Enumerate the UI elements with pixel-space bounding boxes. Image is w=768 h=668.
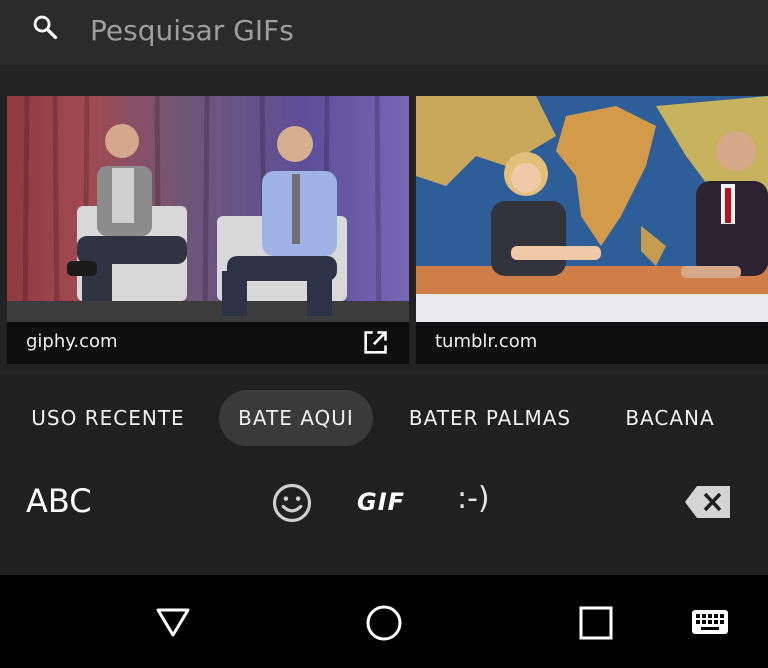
emoticon-key[interactable]: :-): [457, 481, 490, 516]
recents-square-icon[interactable]: [576, 603, 616, 643]
open-in-new-icon[interactable]: [361, 329, 389, 357]
keyboard-mode-row: ABC GIF :-): [0, 458, 768, 575]
gif-results: giphy.com tumblr.com: [0, 65, 768, 375]
gif-thumbnail[interactable]: [7, 96, 409, 322]
gif-result-card[interactable]: giphy.com: [7, 96, 409, 364]
gif-result-card[interactable]: tumblr.com: [416, 96, 768, 364]
category-chip-bacana[interactable]: BACANA: [610, 390, 730, 446]
card-caption: tumblr.com: [416, 322, 768, 364]
backspace-icon[interactable]: [683, 483, 733, 521]
home-circle-icon[interactable]: [364, 603, 404, 643]
card-source-label: giphy.com: [26, 331, 118, 352]
system-nav-bar: [0, 575, 768, 668]
search-icon[interactable]: [31, 13, 59, 41]
search-input[interactable]: [90, 8, 690, 52]
gif-category-bar: USO RECENTE BATE AQUI BATER PALMAS BACAN…: [0, 385, 768, 455]
card-source-label: tumblr.com: [435, 331, 538, 352]
back-triangle-icon[interactable]: [153, 603, 193, 643]
search-bar: [0, 0, 768, 65]
abc-key[interactable]: ABC: [26, 482, 92, 520]
card-caption: giphy.com: [7, 322, 409, 364]
gif-key[interactable]: GIF: [357, 488, 405, 516]
category-chip-bate-aqui[interactable]: BATE AQUI: [219, 390, 373, 446]
keyboard-switch-icon[interactable]: [690, 603, 730, 643]
category-chip-uso-recente[interactable]: USO RECENTE: [14, 390, 202, 446]
gif-thumbnail[interactable]: [416, 96, 768, 322]
emoji-smiley-icon[interactable]: [271, 482, 313, 524]
category-chip-bater-palmas[interactable]: BATER PALMAS: [396, 390, 584, 446]
